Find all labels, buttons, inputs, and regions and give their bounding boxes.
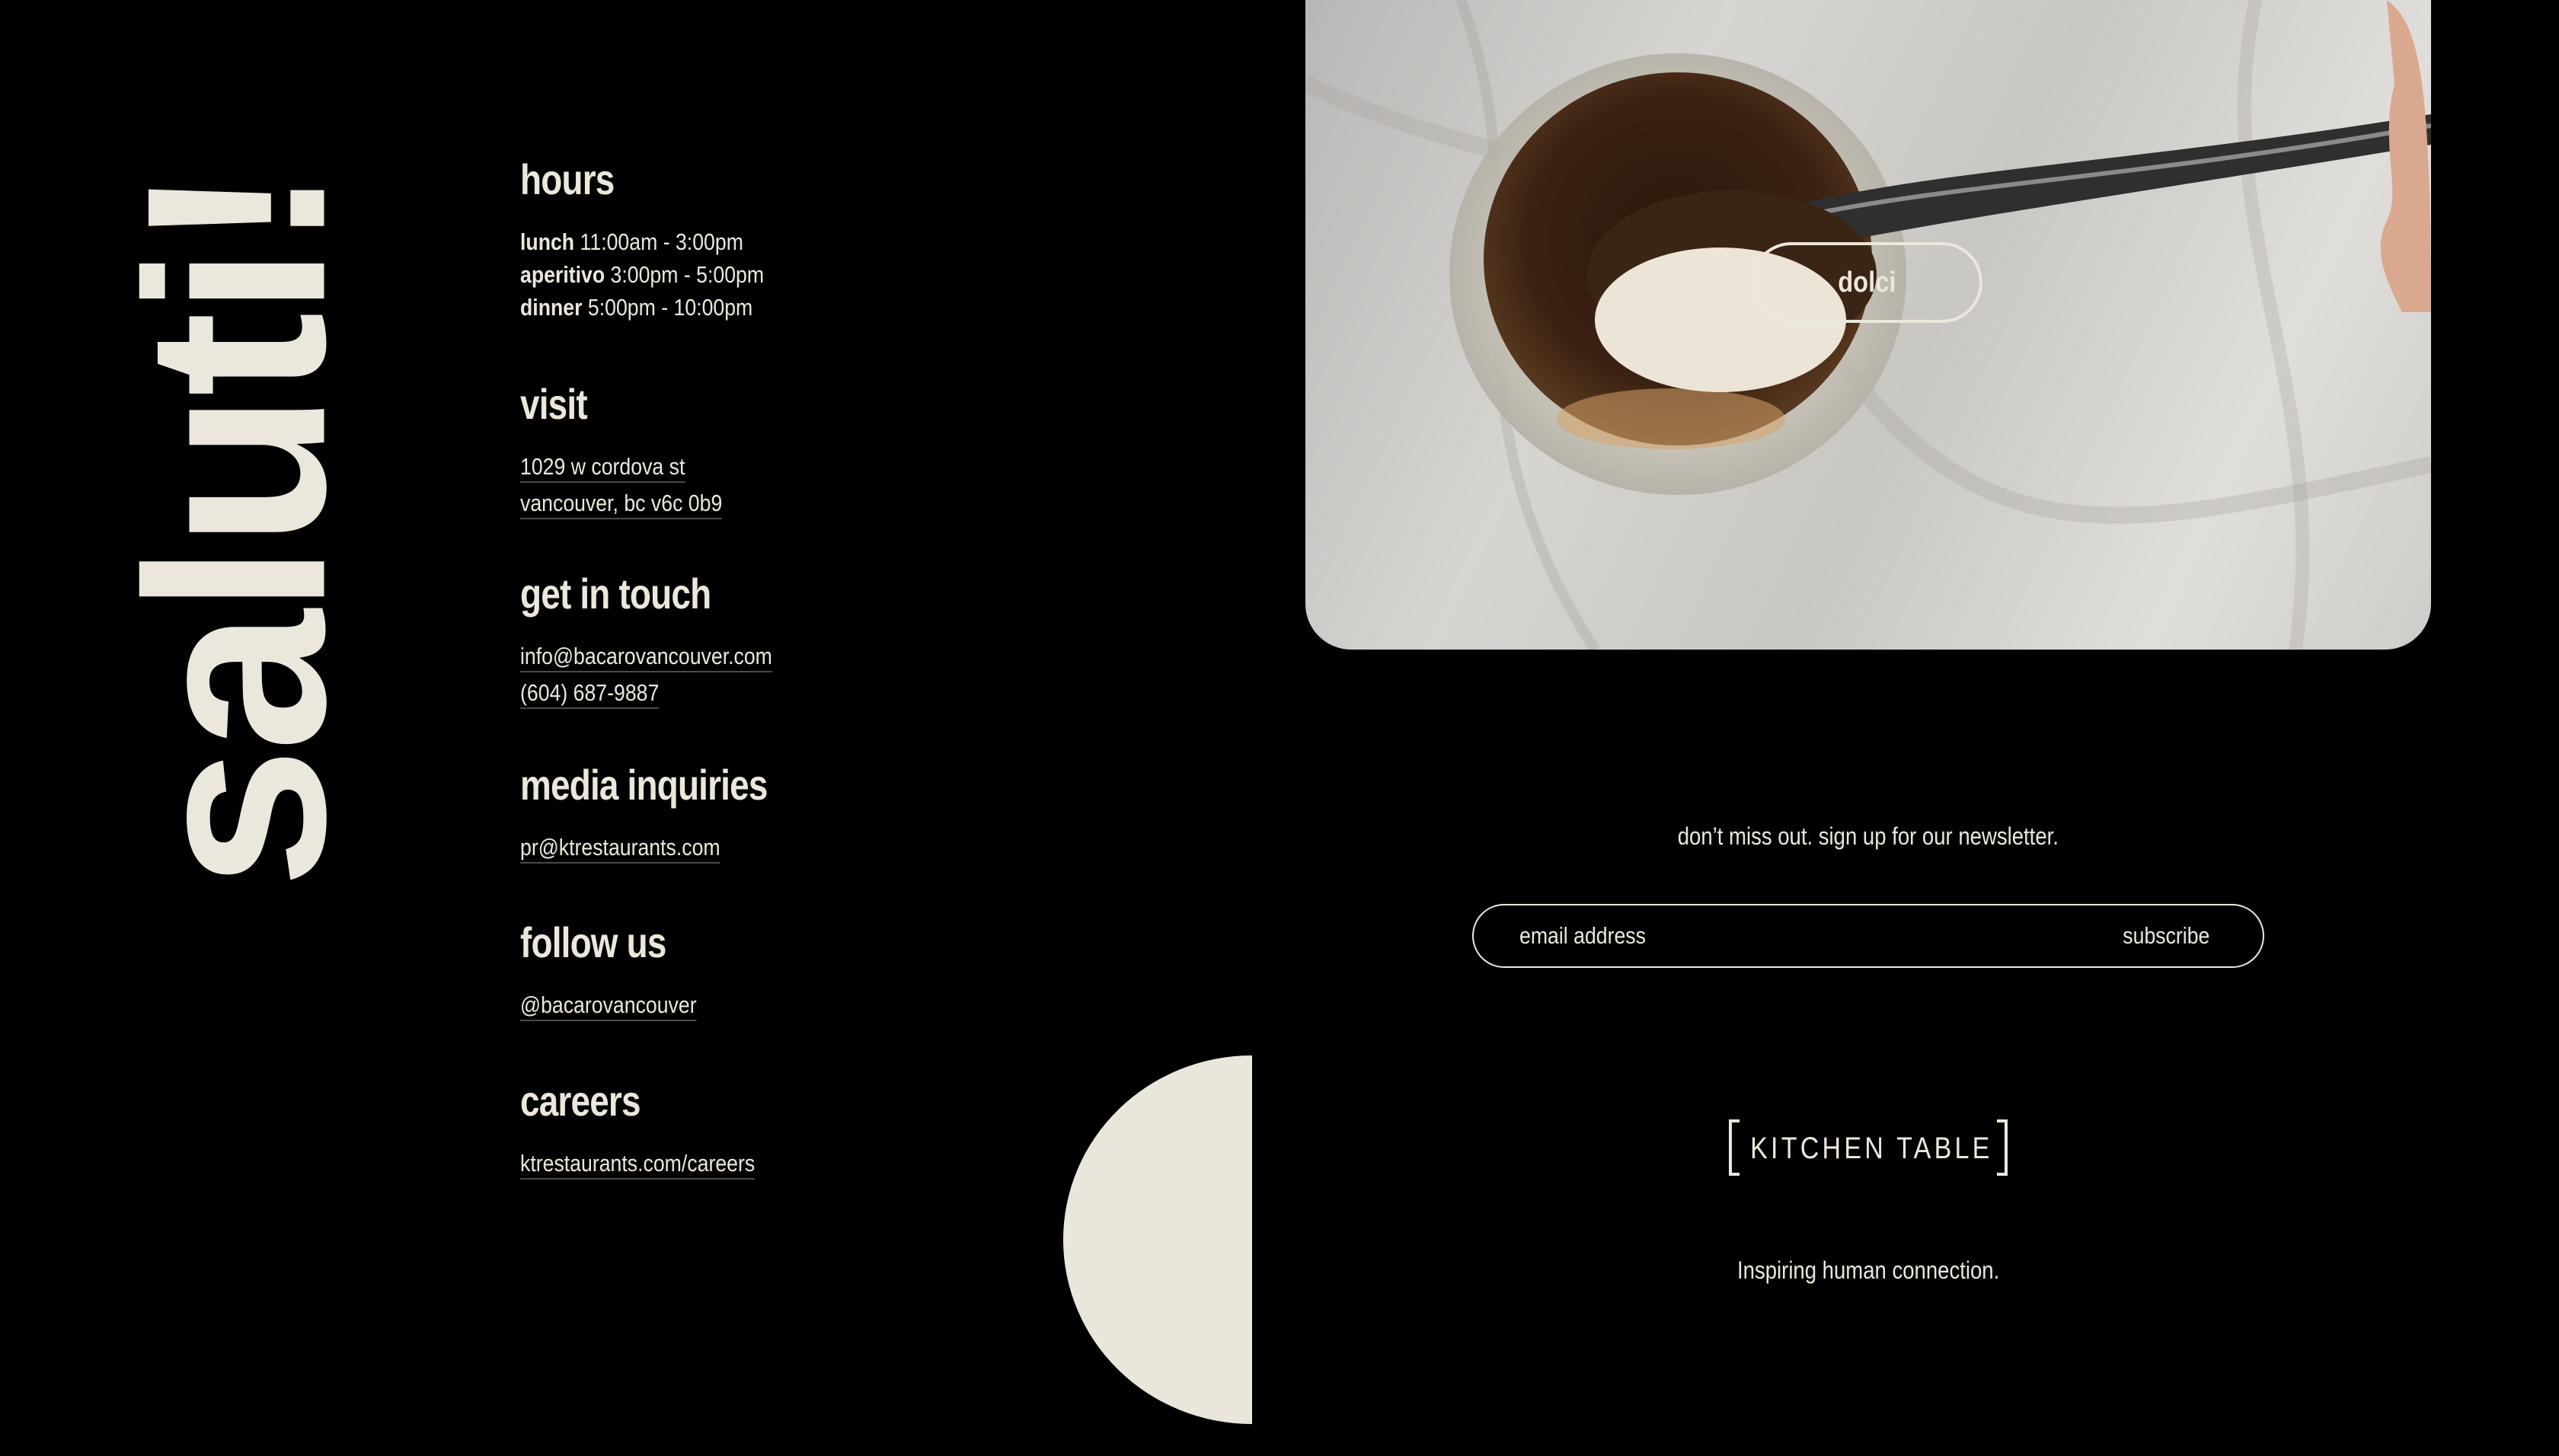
contact-section: get in touch info@bacarovancouver.com (6… — [520, 573, 813, 713]
subscribe-button[interactable]: subscribe — [2116, 916, 2217, 956]
subscribe-button-label: subscribe — [2123, 922, 2210, 949]
careers-heading: careers — [520, 1077, 641, 1125]
hours-row-lunch: lunch 11:00am - 3:00pm — [520, 225, 764, 258]
dolci-button-label: dolci — [1837, 266, 1896, 299]
contact-email-link[interactable]: info@bacarovancouver.com — [520, 642, 772, 672]
hours-list: lunch 11:00am - 3:00pm aperitivo 3:00pm … — [520, 225, 803, 324]
salutation-container: saluti! — [94, 148, 379, 910]
visit-section: visit 1029 w cordova st vancouver, bc v6… — [520, 383, 755, 523]
follow-section: follow us @bacarovancouver — [520, 921, 725, 1025]
hours-row-dinner: dinner 5:00pm - 10:00pm — [520, 291, 764, 324]
hours-label: dinner — [520, 294, 583, 321]
half-moon-shape — [1063, 1055, 1252, 1424]
visit-heading: visit — [520, 380, 588, 428]
media-heading: media inquiries — [520, 761, 768, 809]
media-email-link[interactable]: pr@ktrestaurants.com — [520, 833, 720, 864]
brand-tagline: Inspiring human connection. — [1653, 1255, 2084, 1285]
logo-text-value: KITCHEN TABLE — [1750, 1132, 1993, 1165]
hours-value: 11:00am - 3:00pm — [580, 228, 743, 255]
kitchen-table-logo[interactable]: KITCHEN TABLE — [1729, 1119, 2008, 1177]
address-line-1-link[interactable]: 1029 w cordova st — [520, 452, 685, 483]
hours-label: aperitivo — [520, 261, 605, 288]
follow-heading: follow us — [520, 918, 666, 966]
hours-label: lunch — [520, 228, 575, 255]
hours-row-aperitivo: aperitivo 3:00pm - 5:00pm — [520, 258, 764, 291]
address-line-2-link[interactable]: vancouver, bc v6c 0b9 — [520, 489, 723, 519]
logo-text: KITCHEN TABLE — [1729, 1130, 2008, 1167]
newsletter-prompt: don’t miss out. sign up for our newslett… — [1472, 821, 2264, 851]
salutation-heading: saluti! — [93, 169, 379, 889]
brand-tagline-text: Inspiring human connection. — [1736, 1256, 2000, 1284]
email-input[interactable] — [1519, 916, 1965, 956]
hours-value: 5:00pm - 10:00pm — [587, 294, 753, 321]
careers-section: careers ktrestaurants.com/careers — [520, 1080, 793, 1183]
careers-link[interactable]: ktrestaurants.com/careers — [520, 1149, 756, 1180]
contact-heading: get in touch — [520, 570, 711, 618]
instagram-handle-link[interactable]: @bacarovancouver — [520, 991, 697, 1021]
hours-heading: hours — [520, 155, 615, 203]
hours-value: 3:00pm - 5:00pm — [610, 261, 765, 288]
dessert-illustration — [1305, 0, 2431, 650]
media-section: media inquiries pr@ktrestaurants.com — [520, 764, 822, 867]
newsletter-prompt-text: don’t miss out. sign up for our newslett… — [1677, 822, 2059, 850]
hours-section: hours lunch 11:00am - 3:00pm aperitivo 3… — [520, 158, 803, 324]
dolci-button[interactable]: dolci — [1751, 242, 1982, 323]
newsletter-form: subscribe — [1472, 904, 2264, 968]
contact-phone-link[interactable]: (604) 687-9887 — [520, 679, 660, 709]
dessert-photo — [1305, 0, 2431, 650]
